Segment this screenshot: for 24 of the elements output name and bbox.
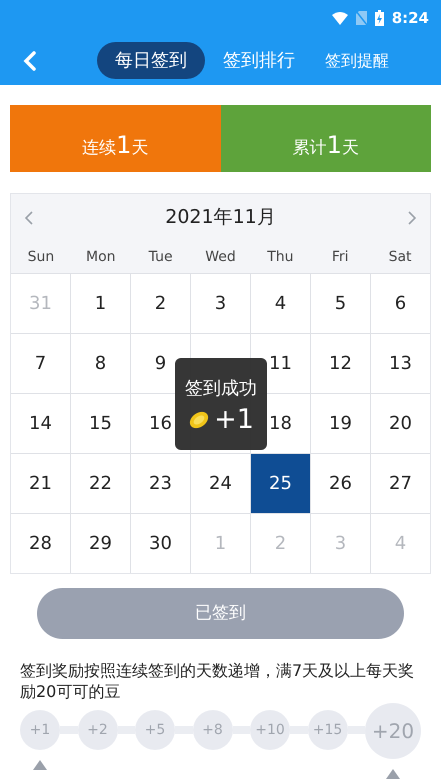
- weekday-label: Wed: [204, 248, 237, 266]
- weekday-label: Sun: [26, 248, 56, 266]
- weekday-label: Thu: [266, 248, 294, 266]
- reward-step: +20: [365, 703, 421, 759]
- weekday-label: Sat: [388, 248, 413, 266]
- weekday-label: Mon: [85, 248, 117, 266]
- reward-step: +1: [20, 710, 60, 750]
- rules-text: 签到奖励按照连续签到的天数递增，满7天及以上每天奖励20可可的豆: [20, 660, 416, 702]
- reward-step: +8: [192, 710, 232, 750]
- reward-step: +2: [78, 710, 118, 750]
- reward-step: +5: [135, 710, 175, 750]
- stat-label: 连续: [82, 137, 116, 160]
- stat-value: 1: [116, 130, 132, 161]
- toast-reward: +1: [214, 406, 254, 433]
- reward-step: +10: [250, 710, 290, 750]
- reward-step: +15: [308, 710, 348, 750]
- weekday-label: Fri: [330, 248, 350, 266]
- stat-unit: 天: [131, 137, 148, 160]
- stat-unit: 天: [342, 137, 359, 160]
- month-title: 2021年11月: [165, 205, 276, 230]
- stat-label: 累计: [292, 137, 327, 160]
- status-time: 8:24: [392, 8, 429, 29]
- weekday-label: Tue: [148, 248, 174, 266]
- stat-value: 1: [326, 130, 342, 161]
